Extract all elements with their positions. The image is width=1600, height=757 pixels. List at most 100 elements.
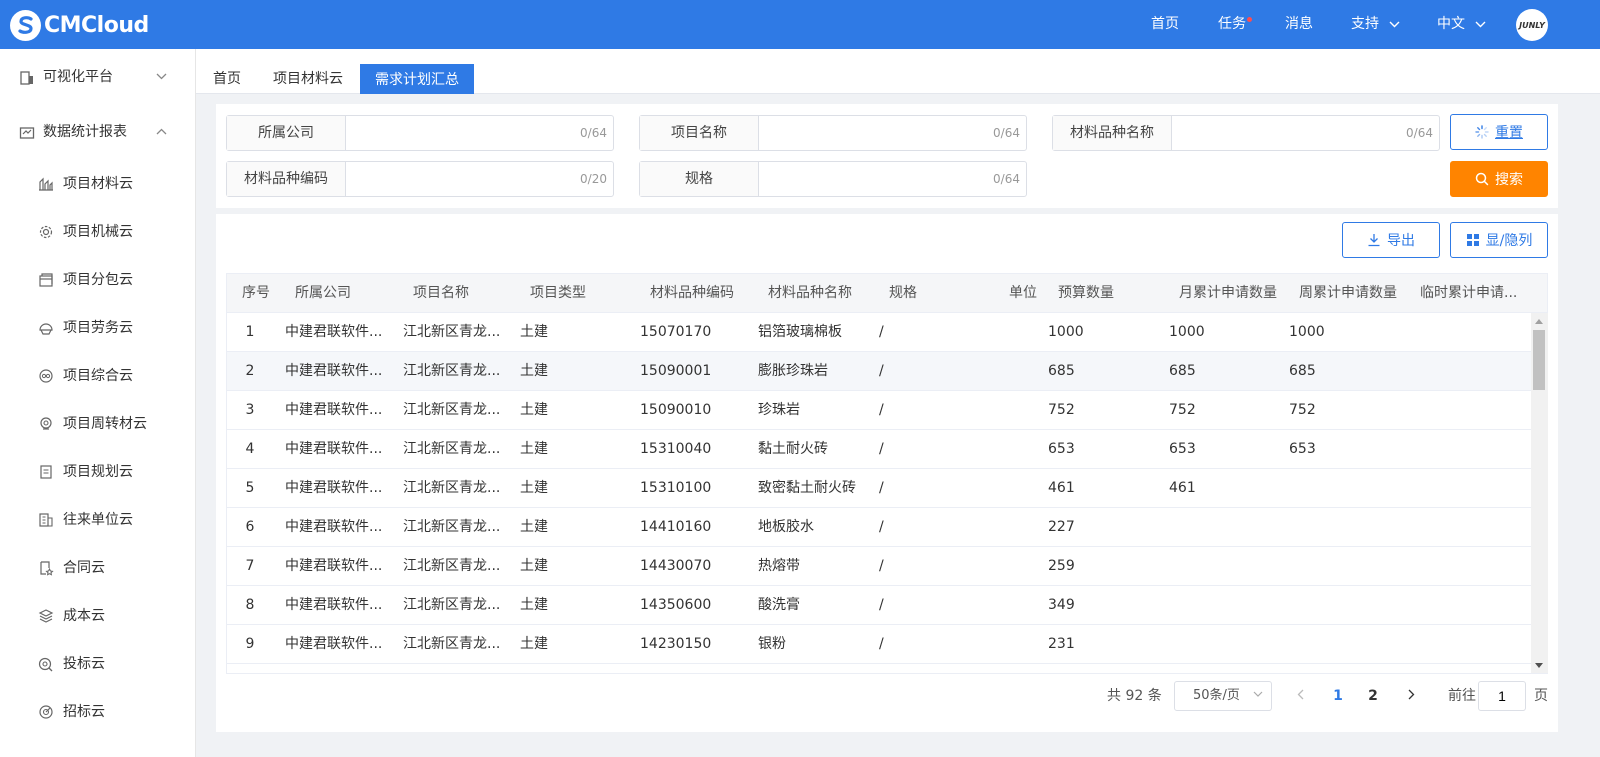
nav-support[interactable]: 支持 xyxy=(1351,0,1400,49)
sidebar-item-turnover-cloud[interactable]: 项目周转材云 xyxy=(0,400,195,448)
table-row[interactable]: 7 中建君联软件... 江北新区青龙... 土建 14430070 热熔带 / 259 xyxy=(227,547,1531,586)
tab-demand-plan-summary[interactable]: 需求计划汇总 xyxy=(360,64,474,94)
reset-label: 重置 xyxy=(1495,125,1523,141)
cell-company: 中建君联软件... xyxy=(285,558,383,574)
user-avatar[interactable]: JUNLY xyxy=(1516,9,1548,41)
scroll-down-arrow-icon[interactable] xyxy=(1535,663,1543,668)
cell-project-type: 土建 xyxy=(520,519,548,535)
sidebar-item-machinery-cloud[interactable]: 项目机械云 xyxy=(0,208,195,256)
export-button[interactable]: 导出 xyxy=(1342,222,1440,258)
table-row[interactable]: 9 中建君联软件... 江北新区青龙... 土建 14230150 银粉 / 231 xyxy=(227,625,1531,664)
sidebar-item-labor-cloud[interactable]: 项目劳务云 xyxy=(0,304,195,352)
sidebar-group-data-reports[interactable]: 数据统计报表 xyxy=(0,108,195,156)
cell-index: 8 xyxy=(245,597,255,613)
sidebar-group-visual-platform[interactable]: 可视化平台 xyxy=(0,53,195,101)
cell-budget-qty: 259 xyxy=(1048,558,1075,574)
column-header[interactable]: 周累计申请数量 xyxy=(1299,274,1397,312)
table-row[interactable]: 6 中建君联软件... 江北新区青龙... 土建 14410160 地板胶水 / 227 xyxy=(227,508,1531,547)
column-header[interactable]: 材料品种编码 xyxy=(650,274,734,312)
column-header[interactable]: 月累计申请数量 xyxy=(1179,274,1277,312)
page-size-value: 50条/页 xyxy=(1193,688,1240,703)
sidebar-group-label: 数据统计报表 xyxy=(43,124,127,140)
column-header[interactable]: 材料品种名称 xyxy=(768,274,852,312)
column-header[interactable]: 规格 xyxy=(889,274,917,312)
cell-monthly-qty: 685 xyxy=(1169,363,1196,379)
cell-budget-qty: 752 xyxy=(1048,402,1075,418)
toggle-columns-button[interactable]: 显/隐列 xyxy=(1450,222,1548,258)
company-input[interactable] xyxy=(346,116,613,150)
cell-weekly-qty: 752 xyxy=(1289,402,1316,418)
next-page-button[interactable] xyxy=(1396,681,1426,711)
sidebar-item-label: 成本云 xyxy=(63,608,105,624)
cell-company: 中建君联软件... xyxy=(285,597,383,613)
project-name-input[interactable] xyxy=(759,116,1026,150)
nav-language[interactable]: 中文 xyxy=(1437,0,1486,49)
sidebar-item-comprehensive-cloud[interactable]: 项目综合云 xyxy=(0,352,195,400)
filter-panel: 所属公司 0/64 项目名称 0/64 材料品种名称 0/64 材料品种编码 0… xyxy=(216,104,1558,208)
package-icon xyxy=(39,273,53,287)
cell-budget-qty: 227 xyxy=(1048,519,1075,535)
table-row[interactable]: 3 中建君联软件... 江北新区青龙... 土建 15090010 珍珠岩 / 752 752 7… xyxy=(227,391,1531,430)
table-scrollbar[interactable] xyxy=(1531,313,1548,674)
scroll-up-arrow-icon[interactable] xyxy=(1535,319,1543,324)
cell-spec: / xyxy=(879,558,884,574)
reset-button[interactable]: 重置 xyxy=(1450,114,1548,150)
scrollbar-thumb[interactable] xyxy=(1533,330,1545,390)
sidebar-item-label: 招标云 xyxy=(63,704,105,720)
column-header[interactable]: 临时累计申请... xyxy=(1420,274,1530,312)
table-row[interactable]: 1 中建君联软件... 江北新区青龙... 土建 15070170 铝箔玻璃棉板 / 1000… xyxy=(227,313,1531,352)
table-row[interactable]: 2 中建君联软件... 江北新区青龙... 土建 15090001 膨胀珍珠岩 / 685 68… xyxy=(227,352,1531,391)
page-number-2[interactable]: 2 xyxy=(1358,681,1388,711)
search-label: 搜索 xyxy=(1495,172,1523,188)
prev-page-button[interactable] xyxy=(1285,681,1315,711)
column-header[interactable]: 所属公司 xyxy=(295,274,351,312)
nav-home[interactable]: 首页 xyxy=(1151,0,1179,49)
cell-monthly-qty: 653 xyxy=(1169,441,1196,457)
column-header[interactable]: 单位 xyxy=(1009,274,1037,312)
sidebar-item-planning-cloud[interactable]: 项目规划云 xyxy=(0,448,195,496)
sidebar-item-subcontract-cloud[interactable]: 项目分包云 xyxy=(0,256,195,304)
column-header[interactable]: 序号 xyxy=(242,274,270,312)
sidebar-item-bid-cloud[interactable]: 投标云 xyxy=(0,640,195,688)
table-bottom-border xyxy=(226,673,1548,674)
cell-project-name: 江北新区青龙... xyxy=(403,402,501,418)
contract-icon xyxy=(40,561,54,576)
cell-spec: / xyxy=(879,636,884,652)
sidebar-item-cost-cloud[interactable]: 成本云 xyxy=(0,592,195,640)
cell-project-type: 土建 xyxy=(520,636,548,652)
page-size-select[interactable]: 50条/页 xyxy=(1174,681,1272,711)
spec-label: 规格 xyxy=(640,162,759,196)
cell-spec: / xyxy=(879,402,884,418)
top-header: CMCloud 首页 任务 消息 支持 中文 JUNLY xyxy=(0,0,1600,49)
goto-page-input[interactable] xyxy=(1478,681,1526,711)
brand-logo[interactable]: CMCloud xyxy=(10,8,149,42)
nav-tasks[interactable]: 任务 xyxy=(1218,0,1252,49)
page-suffix: 页 xyxy=(1534,688,1548,704)
spec-input[interactable] xyxy=(759,162,1026,196)
goto-label: 前往 xyxy=(1448,688,1476,704)
column-header[interactable]: 项目类型 xyxy=(530,274,586,312)
cell-material-name: 地板胶水 xyxy=(758,519,814,535)
material-name-input[interactable] xyxy=(1172,116,1439,150)
sidebar-item-partner-cloud[interactable]: 往来单位云 xyxy=(0,496,195,544)
column-header[interactable]: 预算数量 xyxy=(1058,274,1114,312)
search-button[interactable]: 搜索 xyxy=(1450,161,1548,197)
chevron-right-icon xyxy=(1408,689,1414,700)
column-header[interactable]: 项目名称 xyxy=(413,274,469,312)
sidebar-item-tender-cloud[interactable]: 招标云 xyxy=(0,688,195,736)
cell-company: 中建君联软件... xyxy=(285,363,383,379)
plan-icon xyxy=(40,465,52,479)
material-code-input[interactable] xyxy=(346,162,613,196)
tab-home[interactable]: 首页 xyxy=(199,64,255,94)
cell-index: 6 xyxy=(245,519,255,535)
nav-messages[interactable]: 消息 xyxy=(1285,0,1313,49)
table-row[interactable]: 4 中建君联软件... 江北新区青龙... 土建 15310040 黏土耐火砖 / 653 65… xyxy=(227,430,1531,469)
sidebar-item-contract-cloud[interactable]: 合同云 xyxy=(0,544,195,592)
char-counter: 0/20 xyxy=(580,172,607,186)
table-row[interactable]: 8 中建君联软件... 江北新区青龙... 土建 14350600 酸洗膏 / 349 xyxy=(227,586,1531,625)
sidebar-item-material-cloud[interactable]: 项目材料云 xyxy=(0,160,195,208)
target-icon xyxy=(39,705,53,719)
page-number-1[interactable]: 1 xyxy=(1323,681,1353,711)
tab-material-cloud[interactable]: 项目材料云 xyxy=(259,64,357,94)
table-row[interactable]: 5 中建君联软件... 江北新区青龙... 土建 15310100 致密黏土耐火砖 / 461… xyxy=(227,469,1531,508)
